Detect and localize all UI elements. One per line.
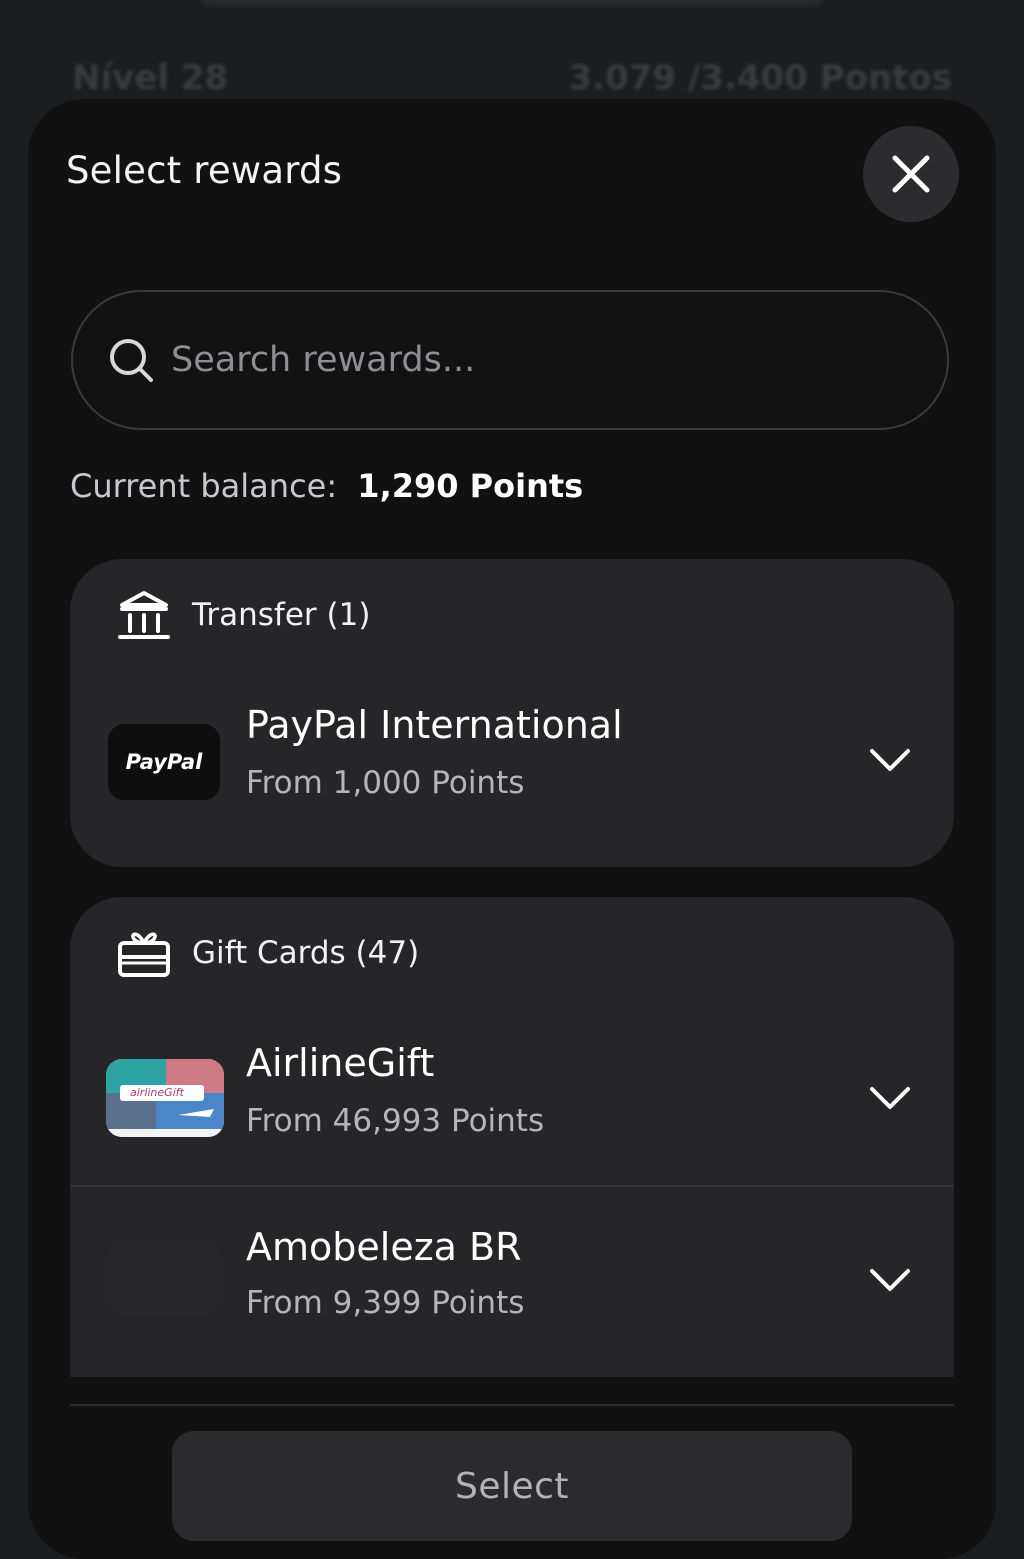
- category-header-transfer: Transfer (1): [116, 587, 370, 643]
- reward-name: PayPal International: [246, 703, 623, 747]
- select-button[interactable]: Select: [172, 1431, 852, 1541]
- airlinegift-logo-text: airlineGift: [130, 1086, 184, 1099]
- search-input[interactable]: [169, 339, 947, 381]
- airlinegift-logo: airlineGift: [106, 1059, 224, 1137]
- chevron-down-icon[interactable]: [868, 1085, 912, 1113]
- chevron-down-icon[interactable]: [868, 1267, 912, 1295]
- paypal-logo-text: PayPal: [125, 750, 203, 774]
- paypal-logo: PayPal: [108, 724, 220, 800]
- close-icon: [892, 155, 930, 193]
- reward-item-airlinegift[interactable]: airlineGift AirlineGift From 46,993 Poin…: [70, 1007, 954, 1187]
- reward-name: AirlineGift: [246, 1041, 435, 1085]
- search-icon: [110, 339, 153, 382]
- reward-price: From 9,399 Points: [246, 1285, 525, 1321]
- reward-item-paypal[interactable]: PayPal PayPal International From 1,000 P…: [70, 669, 954, 849]
- search-box[interactable]: [71, 290, 949, 430]
- category-title: Transfer (1): [192, 597, 371, 633]
- background-progress-label: 3.079 /3.400 Pontos: [568, 58, 952, 98]
- balance-value: 1,290 Points: [357, 467, 584, 505]
- gift-card-icon: [118, 932, 170, 977]
- background-header: [200, 0, 824, 6]
- rewards-sheet: Select rewards Current balance: 1,290 Po…: [28, 99, 996, 1559]
- background-level-label: Nível 28: [72, 58, 229, 98]
- category-title: Gift Cards (47): [192, 935, 420, 971]
- chevron-down-icon[interactable]: [868, 747, 912, 775]
- amobeleza-logo: [108, 1239, 220, 1315]
- reward-item-amobeleza[interactable]: Amobeleza BR From 9,399 Points: [70, 1187, 954, 1367]
- sheet-title: Select rewards: [66, 149, 343, 192]
- bank-icon: [118, 591, 170, 639]
- category-header-gift-cards: Gift Cards (47): [116, 925, 419, 981]
- current-balance: Current balance: 1,290 Points: [70, 467, 583, 505]
- balance-label: Current balance:: [70, 467, 338, 505]
- close-button[interactable]: [863, 126, 959, 222]
- reward-price: From 1,000 Points: [246, 765, 525, 801]
- reward-name: Amobeleza BR: [246, 1225, 522, 1269]
- footer-divider: [70, 1404, 954, 1406]
- category-transfer: Transfer (1) PayPal PayPal International…: [70, 559, 954, 867]
- background-level-row: Nível 28 3.079 /3.400 Pontos: [72, 58, 952, 98]
- reward-price: From 46,993 Points: [246, 1103, 545, 1139]
- category-gift-cards: Gift Cards (47) airlineGift AirlineGift …: [70, 897, 954, 1377]
